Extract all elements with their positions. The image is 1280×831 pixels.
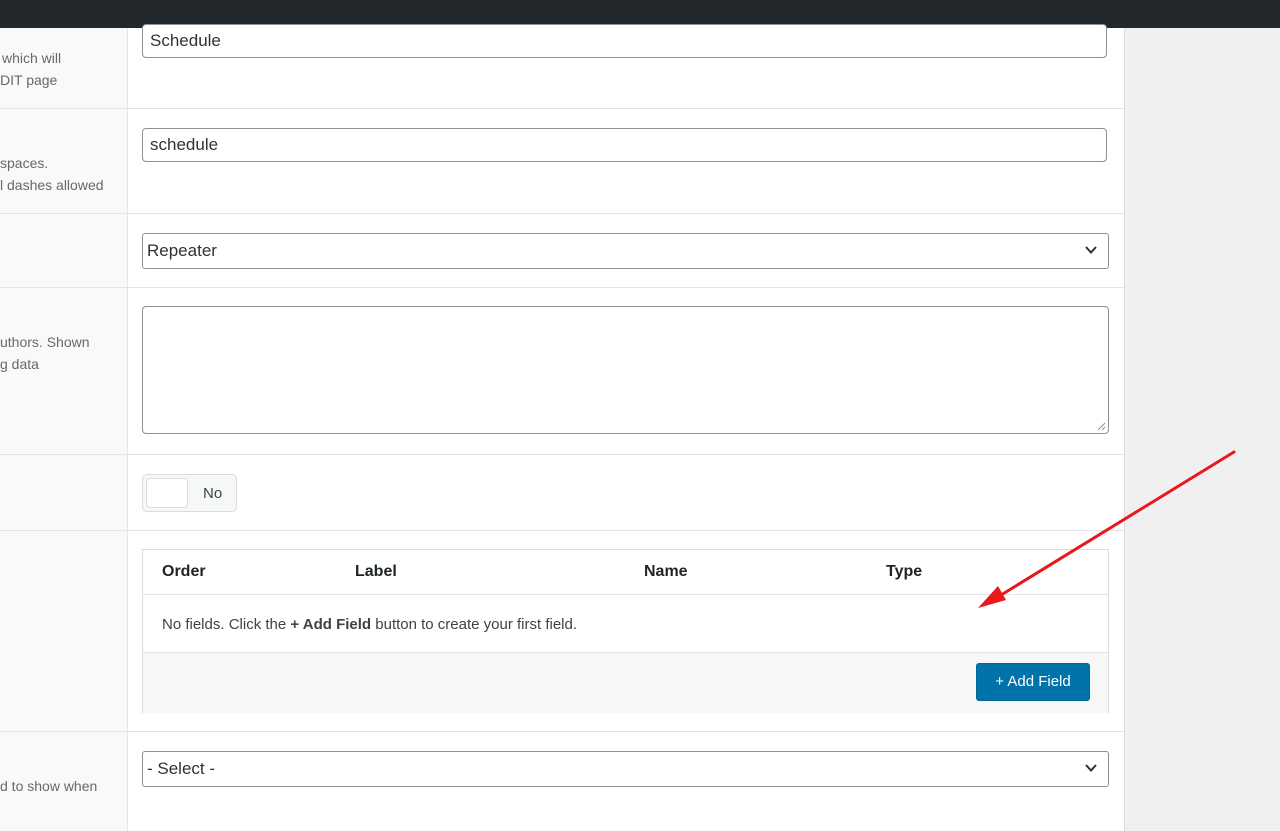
no-fields-message: No fields. Click the + Add Field button … xyxy=(162,616,577,633)
description-line: which will xyxy=(2,50,62,66)
no-fields-prefix: No fields. Click the xyxy=(162,616,291,633)
row-divider xyxy=(0,731,1124,732)
field-type-selected: Repeater xyxy=(147,241,217,260)
field-type-select[interactable]: Repeater xyxy=(142,233,1109,269)
table-footer: + Add Field xyxy=(143,652,1108,713)
instructions-textarea[interactable] xyxy=(142,306,1109,434)
no-fields-bold: + Add Field xyxy=(290,616,372,633)
column-header-order: Order xyxy=(162,563,206,580)
field-label-input[interactable]: Schedule xyxy=(142,24,1107,58)
description-line: DIT page xyxy=(0,72,58,88)
no-fields-suffix: button to create your first field. xyxy=(371,616,578,633)
description-line: uthors. Shown xyxy=(0,334,90,350)
row-divider xyxy=(0,530,1124,531)
layout-description: d to show when xyxy=(0,775,125,797)
column-header-name: Name xyxy=(644,563,688,580)
column-header-label: Label xyxy=(355,563,397,580)
layout-select[interactable]: - Select - xyxy=(142,751,1109,787)
description-line: l dashes allowed xyxy=(0,177,104,193)
row-divider xyxy=(0,454,1124,455)
resize-grip-icon[interactable] xyxy=(1096,421,1106,431)
toggle-knob xyxy=(146,478,188,508)
instructions-description: uthors. Shown g data xyxy=(0,331,125,375)
description-line: spaces. xyxy=(0,155,49,171)
description-line: g data xyxy=(0,356,39,372)
layout-selected: - Select - xyxy=(147,759,216,778)
chevron-down-icon xyxy=(1085,246,1097,254)
field-label-column xyxy=(0,28,128,831)
field-name-input[interactable]: schedule xyxy=(142,128,1107,162)
row-divider xyxy=(0,287,1124,288)
row-divider xyxy=(0,213,1124,214)
row-divider xyxy=(0,108,1124,109)
add-field-button[interactable]: + Add Field xyxy=(976,663,1090,701)
annotation-arrow-icon xyxy=(978,450,1236,608)
required-toggle[interactable]: No xyxy=(142,474,237,512)
chevron-down-icon xyxy=(1085,764,1097,772)
table-header-divider xyxy=(143,594,1108,595)
column-header-type: Type xyxy=(886,563,923,580)
field-label-description: which will DIT page xyxy=(0,47,125,91)
description-line: d to show when xyxy=(0,778,98,794)
field-name-description: spaces. l dashes allowed xyxy=(0,152,125,196)
sub-fields-table: Order Label Name Type No fields. Click t… xyxy=(142,549,1109,713)
toggle-label: No xyxy=(203,485,223,502)
